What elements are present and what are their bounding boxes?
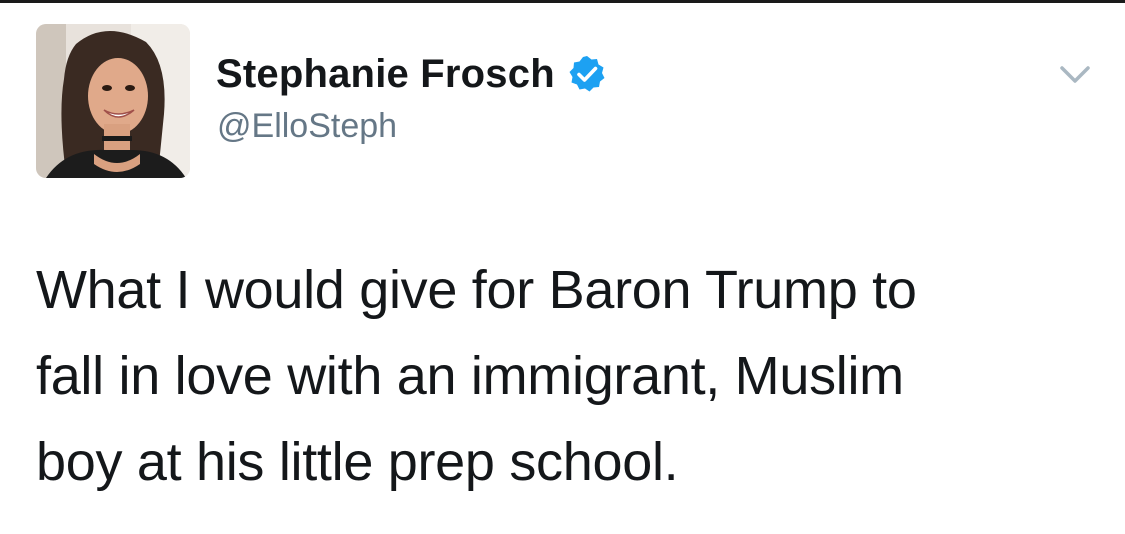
handle[interactable]: @ElloSteph	[217, 107, 397, 146]
avatar[interactable]	[36, 24, 190, 178]
verified-badge-icon	[567, 54, 607, 94]
tweet-text-line: What I would give for Baron Trump to	[36, 260, 917, 320]
top-border	[0, 0, 1125, 3]
name-row: Stephanie Frosch	[216, 50, 607, 98]
profile-photo	[36, 24, 190, 178]
tweet-text: What I would give for Baron Trump to fal…	[36, 247, 1096, 505]
tweet-text-line: boy at his little prep school.	[36, 432, 679, 492]
tweet-text-line: fall in love with an immigrant, Muslim	[36, 346, 904, 406]
chevron-down-icon[interactable]	[1058, 60, 1092, 88]
display-name[interactable]: Stephanie Frosch	[216, 52, 555, 97]
